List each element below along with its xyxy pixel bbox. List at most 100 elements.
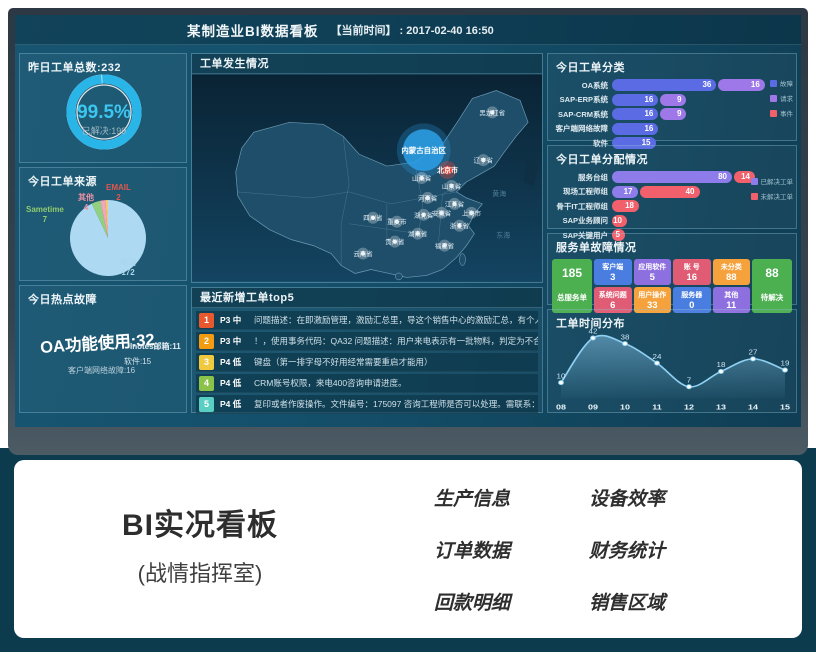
- bar-segment[interactable]: 16: [718, 79, 764, 91]
- bar-track: 18: [612, 200, 792, 212]
- legend-item[interactable]: 未解决工单: [751, 191, 794, 201]
- panel-ticket-classify: 今日工单分类 OA系统3616SAP-ERP系统169SAP-CRM系统169客…: [547, 53, 797, 141]
- data-point[interactable]: [687, 385, 692, 389]
- bar-segment[interactable]: 36: [612, 79, 716, 91]
- link-finance-stats[interactable]: 财务统计: [589, 536, 744, 563]
- bar-segment[interactable]: 18: [612, 200, 639, 212]
- ticket-row[interactable]: 3P4 低键盘（第一排字母不好用经常需要重启才能用）: [196, 353, 538, 372]
- ticket-row[interactable]: 4P4 低CRM账号权限，来电400咨询申请进度。: [196, 374, 538, 393]
- data-point[interactable]: [783, 368, 788, 372]
- bar-segment[interactable]: 9: [660, 94, 686, 106]
- bar-track: 10: [612, 215, 792, 227]
- pie-label-sametime: Sametime 7: [26, 205, 64, 225]
- svg-text:山东省: 山东省: [442, 181, 462, 190]
- rank-badge: 1: [199, 313, 214, 328]
- china-map: 内蒙古自治区北京市黑龙江省辽宁省山西省山东省河南省江苏省上海市安徽省浙江省湖北省…: [192, 74, 542, 282]
- priority-label: P4 低: [220, 377, 254, 389]
- point-value: 27: [749, 348, 758, 356]
- x-tick-label: 12: [684, 402, 694, 411]
- bar-row: 骨干IT工程师组18: [552, 200, 792, 212]
- panel-title: 今日热点故障: [20, 286, 186, 309]
- link-equipment-efficiency[interactable]: 设备效率: [589, 484, 744, 511]
- svg-text:浙江省: 浙江省: [450, 221, 470, 230]
- data-point[interactable]: [751, 357, 756, 361]
- bar-segment[interactable]: 9: [660, 108, 686, 120]
- x-tick-label: 11: [652, 402, 662, 411]
- sea-label: 黄海: [492, 189, 506, 198]
- bar-segment[interactable]: 10: [612, 215, 627, 227]
- link-payment-detail[interactable]: 回款明细: [434, 588, 589, 615]
- bar-label: 现场工程师组: [552, 186, 612, 197]
- svg-text:四川省: 四川省: [363, 213, 383, 222]
- legend-swatch: [770, 95, 777, 102]
- bar-segment[interactable]: 16: [612, 94, 658, 106]
- bar-segment[interactable]: 40: [640, 186, 700, 198]
- bar-track: 169: [612, 108, 792, 120]
- point-value: 42: [589, 327, 598, 335]
- point-value: 19: [781, 359, 790, 367]
- bar-row: SAP业务顾问10: [552, 215, 792, 227]
- panel-hot-faults: 今日热点故障 OA功能使用:32 Inotes邮箱:11 软件:15 客户端网络…: [19, 285, 187, 413]
- bi-dashboard-page: 某制造业BI数据看板 【当前时间】 : 2017-02-40 16:50 昨日工…: [0, 0, 816, 664]
- bar-segment[interactable]: 80: [612, 171, 732, 183]
- legend-item[interactable]: 请求: [770, 93, 793, 103]
- data-point[interactable]: [719, 369, 724, 373]
- point-value: 24: [653, 352, 662, 360]
- ticket-row[interactable]: 2P3 中！，使用事务代码：QA32 问题描述：用户来电表示有一批物料，判定为不…: [196, 332, 538, 351]
- panel-title: 今日工单分配情况: [548, 146, 796, 169]
- svg-text:湖北省: 湖北省: [414, 210, 434, 219]
- data-point[interactable]: [655, 361, 660, 365]
- bar-row: 客户端网络故障16: [552, 123, 792, 135]
- legend-item[interactable]: 事件: [770, 108, 793, 118]
- ticket-row[interactable]: 1P3 中问题描述：在即激励管理，激励汇总里，导这个销售中心的激励汇总，有个人（…: [196, 311, 538, 330]
- priority-label: P4 低: [220, 398, 254, 410]
- dashboard-title: 某制造业BI数据看板: [187, 20, 319, 40]
- panel-title: 最近新增工单top5: [192, 288, 542, 308]
- panel-title: 服务单故障情况: [548, 234, 796, 257]
- legend-item[interactable]: 已解决工单: [751, 176, 794, 186]
- data-point[interactable]: [591, 336, 596, 340]
- x-tick-label: 09: [588, 402, 598, 411]
- bar-track: 16: [612, 123, 792, 135]
- priority-label: P3 中: [220, 314, 254, 326]
- sea-label: 东海: [496, 231, 510, 240]
- bar-row: OA系统3616: [552, 79, 792, 91]
- bar-segment[interactable]: 16: [612, 123, 658, 135]
- resolution-percent: 99.5%: [54, 102, 154, 124]
- legend-swatch: [770, 80, 777, 87]
- dashboard-screen: 某制造业BI数据看板 【当前时间】 : 2017-02-40 16:50 昨日工…: [15, 15, 801, 427]
- link-sales-region[interactable]: 销售区域: [589, 588, 744, 615]
- svg-text:贵州省: 贵州省: [385, 237, 405, 246]
- footer-brand: BI实况看板 (战情指挥室): [50, 500, 350, 588]
- bar-track: 169: [612, 94, 792, 106]
- ticket-row[interactable]: 5P4 低复印或者作废操作。文件编号：175097 咨询工程师是否可以处理。需联…: [196, 395, 538, 414]
- fault-tile: 客户端3: [594, 259, 632, 285]
- bar-segment[interactable]: 16: [612, 108, 658, 120]
- bar-row: SAP-ERP系统169: [552, 94, 792, 106]
- hainan-island: [395, 273, 402, 280]
- legend-item[interactable]: 故障: [770, 78, 793, 88]
- fault-tiles: 185 总服务单 客户端3应用软件5账 号16未分类88系统问题6用户操作33服…: [548, 257, 796, 313]
- ticket-description: 键盘（第一排字母不好用经常需要重启才能用）: [254, 356, 538, 368]
- ticket-list: 1P3 中问题描述：在即激励管理，激励汇总里，导这个销售中心的激励汇总，有个人（…: [192, 308, 542, 419]
- rank-badge: 2: [199, 334, 214, 349]
- hotword: 客户端网络故障:16: [68, 365, 135, 376]
- legend-swatch: [770, 110, 777, 117]
- link-order-data[interactable]: 订单数据: [434, 536, 589, 563]
- panel-time-distribution: 工单时间分布 1008420938102411712181327141915: [547, 309, 797, 413]
- ticket-description: ！，使用事务代码：QA32 问题描述：用户来电表示有一批物料，判定为不合格，在S…: [254, 335, 538, 347]
- data-point[interactable]: [559, 381, 564, 385]
- link-production-info[interactable]: 生产信息: [434, 484, 589, 511]
- svg-text:黑龙江省: 黑龙江省: [479, 108, 505, 117]
- panel-service-faults: 服务单故障情况 185 总服务单 客户端3应用软件5账 号16未分类88系统问题…: [547, 233, 797, 305]
- x-tick-label: 15: [780, 402, 790, 411]
- panel-yesterday-total: 昨日工单总数:232 99.5% 已解决:199: [19, 53, 187, 163]
- bar-track: 3616: [612, 79, 792, 91]
- bar-segment[interactable]: 17: [612, 186, 638, 198]
- data-point[interactable]: [623, 342, 628, 346]
- rank-badge: 5: [199, 397, 214, 412]
- bar-label: SAP-ERP系统: [552, 94, 612, 105]
- rank-badge: 4: [199, 376, 214, 391]
- point-value: 18: [717, 361, 726, 369]
- legend-swatch: [751, 193, 758, 200]
